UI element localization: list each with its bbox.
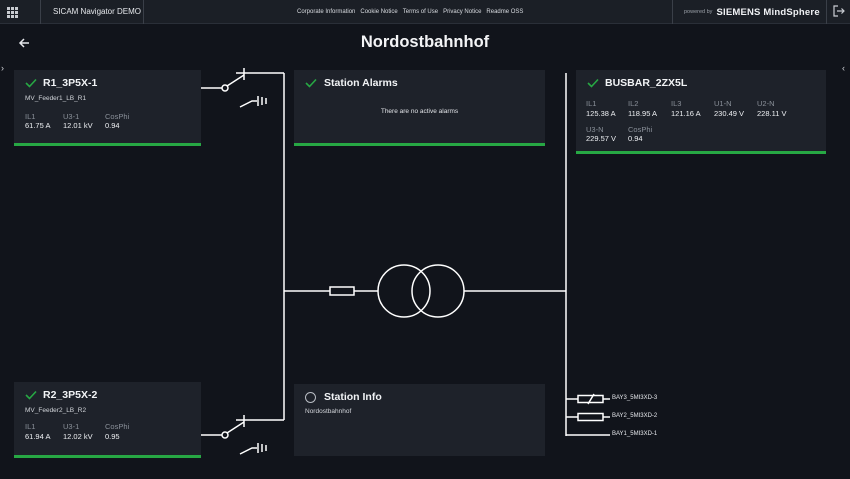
station-alarms-panel[interactable]: Station Alarms There are no active alarm…	[294, 70, 545, 146]
checkmark-icon	[305, 78, 317, 88]
checkmark-icon	[25, 390, 37, 400]
feeder2-name: R2_3P5X-2	[43, 389, 98, 401]
measure-label: CosPhi	[105, 112, 130, 121]
measure-label: U3-1	[63, 112, 80, 121]
measure-label: U3-1	[63, 422, 80, 431]
measure-label: CosPhi	[105, 422, 130, 431]
station-alarms-title: Station Alarms	[324, 77, 398, 89]
measure-value: 228.11 V	[757, 109, 787, 118]
station-info-text: Nordostbahnhof	[305, 408, 352, 415]
measure-value: 61.75 A	[25, 121, 51, 130]
feeder1-panel[interactable]: R1_3P5X-1 MV_Feeder1_LB_R1 IL1 61.75 A U…	[14, 70, 201, 146]
measure-value: 12.01 kV	[63, 121, 93, 130]
checkmark-icon	[25, 78, 37, 88]
no-alarms-message: There are no active alarms	[380, 108, 459, 115]
measure-label: U1-N	[714, 99, 732, 108]
station-info-panel[interactable]: Station Info Nordostbahnhof	[294, 384, 545, 456]
feeder1-subtitle: MV_Feeder1_LB_R1	[25, 95, 87, 102]
busbar-panel[interactable]: BUSBAR_2ZX5L IL1 125.38 A IL2 118.95 A I…	[576, 70, 826, 154]
measure-label: IL3	[671, 99, 682, 108]
measure-value: 0.94	[105, 121, 120, 130]
measure-label: U3-N	[586, 125, 604, 134]
transformer-winding-secondary	[411, 264, 465, 318]
fuse-symbol	[329, 286, 355, 296]
measure-value: 0.95	[105, 432, 120, 441]
busbar-name: BUSBAR_2ZX5L	[605, 77, 688, 89]
feeder2-switch-blade	[226, 421, 245, 434]
measure-value: 12.02 kV	[63, 432, 93, 441]
measure-value: 118.95 A	[628, 109, 658, 118]
measure-label: IL1	[25, 112, 36, 121]
feeder2-earth-switch	[239, 447, 257, 455]
bay-label[interactable]: BAY2_5MI3XD-2	[612, 413, 657, 419]
measure-label: U2-N	[757, 99, 775, 108]
measure-value: 229.57 V	[586, 134, 617, 143]
measure-label: IL2	[628, 99, 639, 108]
measure-label: CosPhi	[628, 125, 653, 134]
bay-label[interactable]: BAY1_5MI3XD-1	[612, 431, 657, 437]
checkmark-icon	[587, 78, 599, 88]
measure-value: 0.94	[628, 134, 643, 143]
feeder1-name: R1_3P5X-1	[43, 77, 98, 89]
feeder1-switch-blade	[226, 74, 245, 87]
transformer-winding-primary	[377, 264, 431, 318]
feeder1-earth-switch	[239, 100, 257, 108]
measure-label: IL1	[25, 422, 36, 431]
circle-status-icon	[305, 392, 316, 403]
bay-label[interactable]: BAY3_5MI3XD-3	[612, 395, 657, 401]
measure-value: 125.38 A	[586, 109, 616, 118]
measure-label: IL1	[586, 99, 597, 108]
feeder2-subtitle: MV_Feeder2_LB_R2	[25, 407, 87, 414]
feeder2-panel[interactable]: R2_3P5X-2 MV_Feeder2_LB_R2 IL1 61.94 A U…	[14, 382, 201, 458]
measure-value: 121.16 A	[671, 109, 701, 118]
station-info-title: Station Info	[324, 391, 382, 403]
measure-value: 61.94 A	[25, 432, 51, 441]
measure-value: 230.49 V	[714, 109, 745, 118]
